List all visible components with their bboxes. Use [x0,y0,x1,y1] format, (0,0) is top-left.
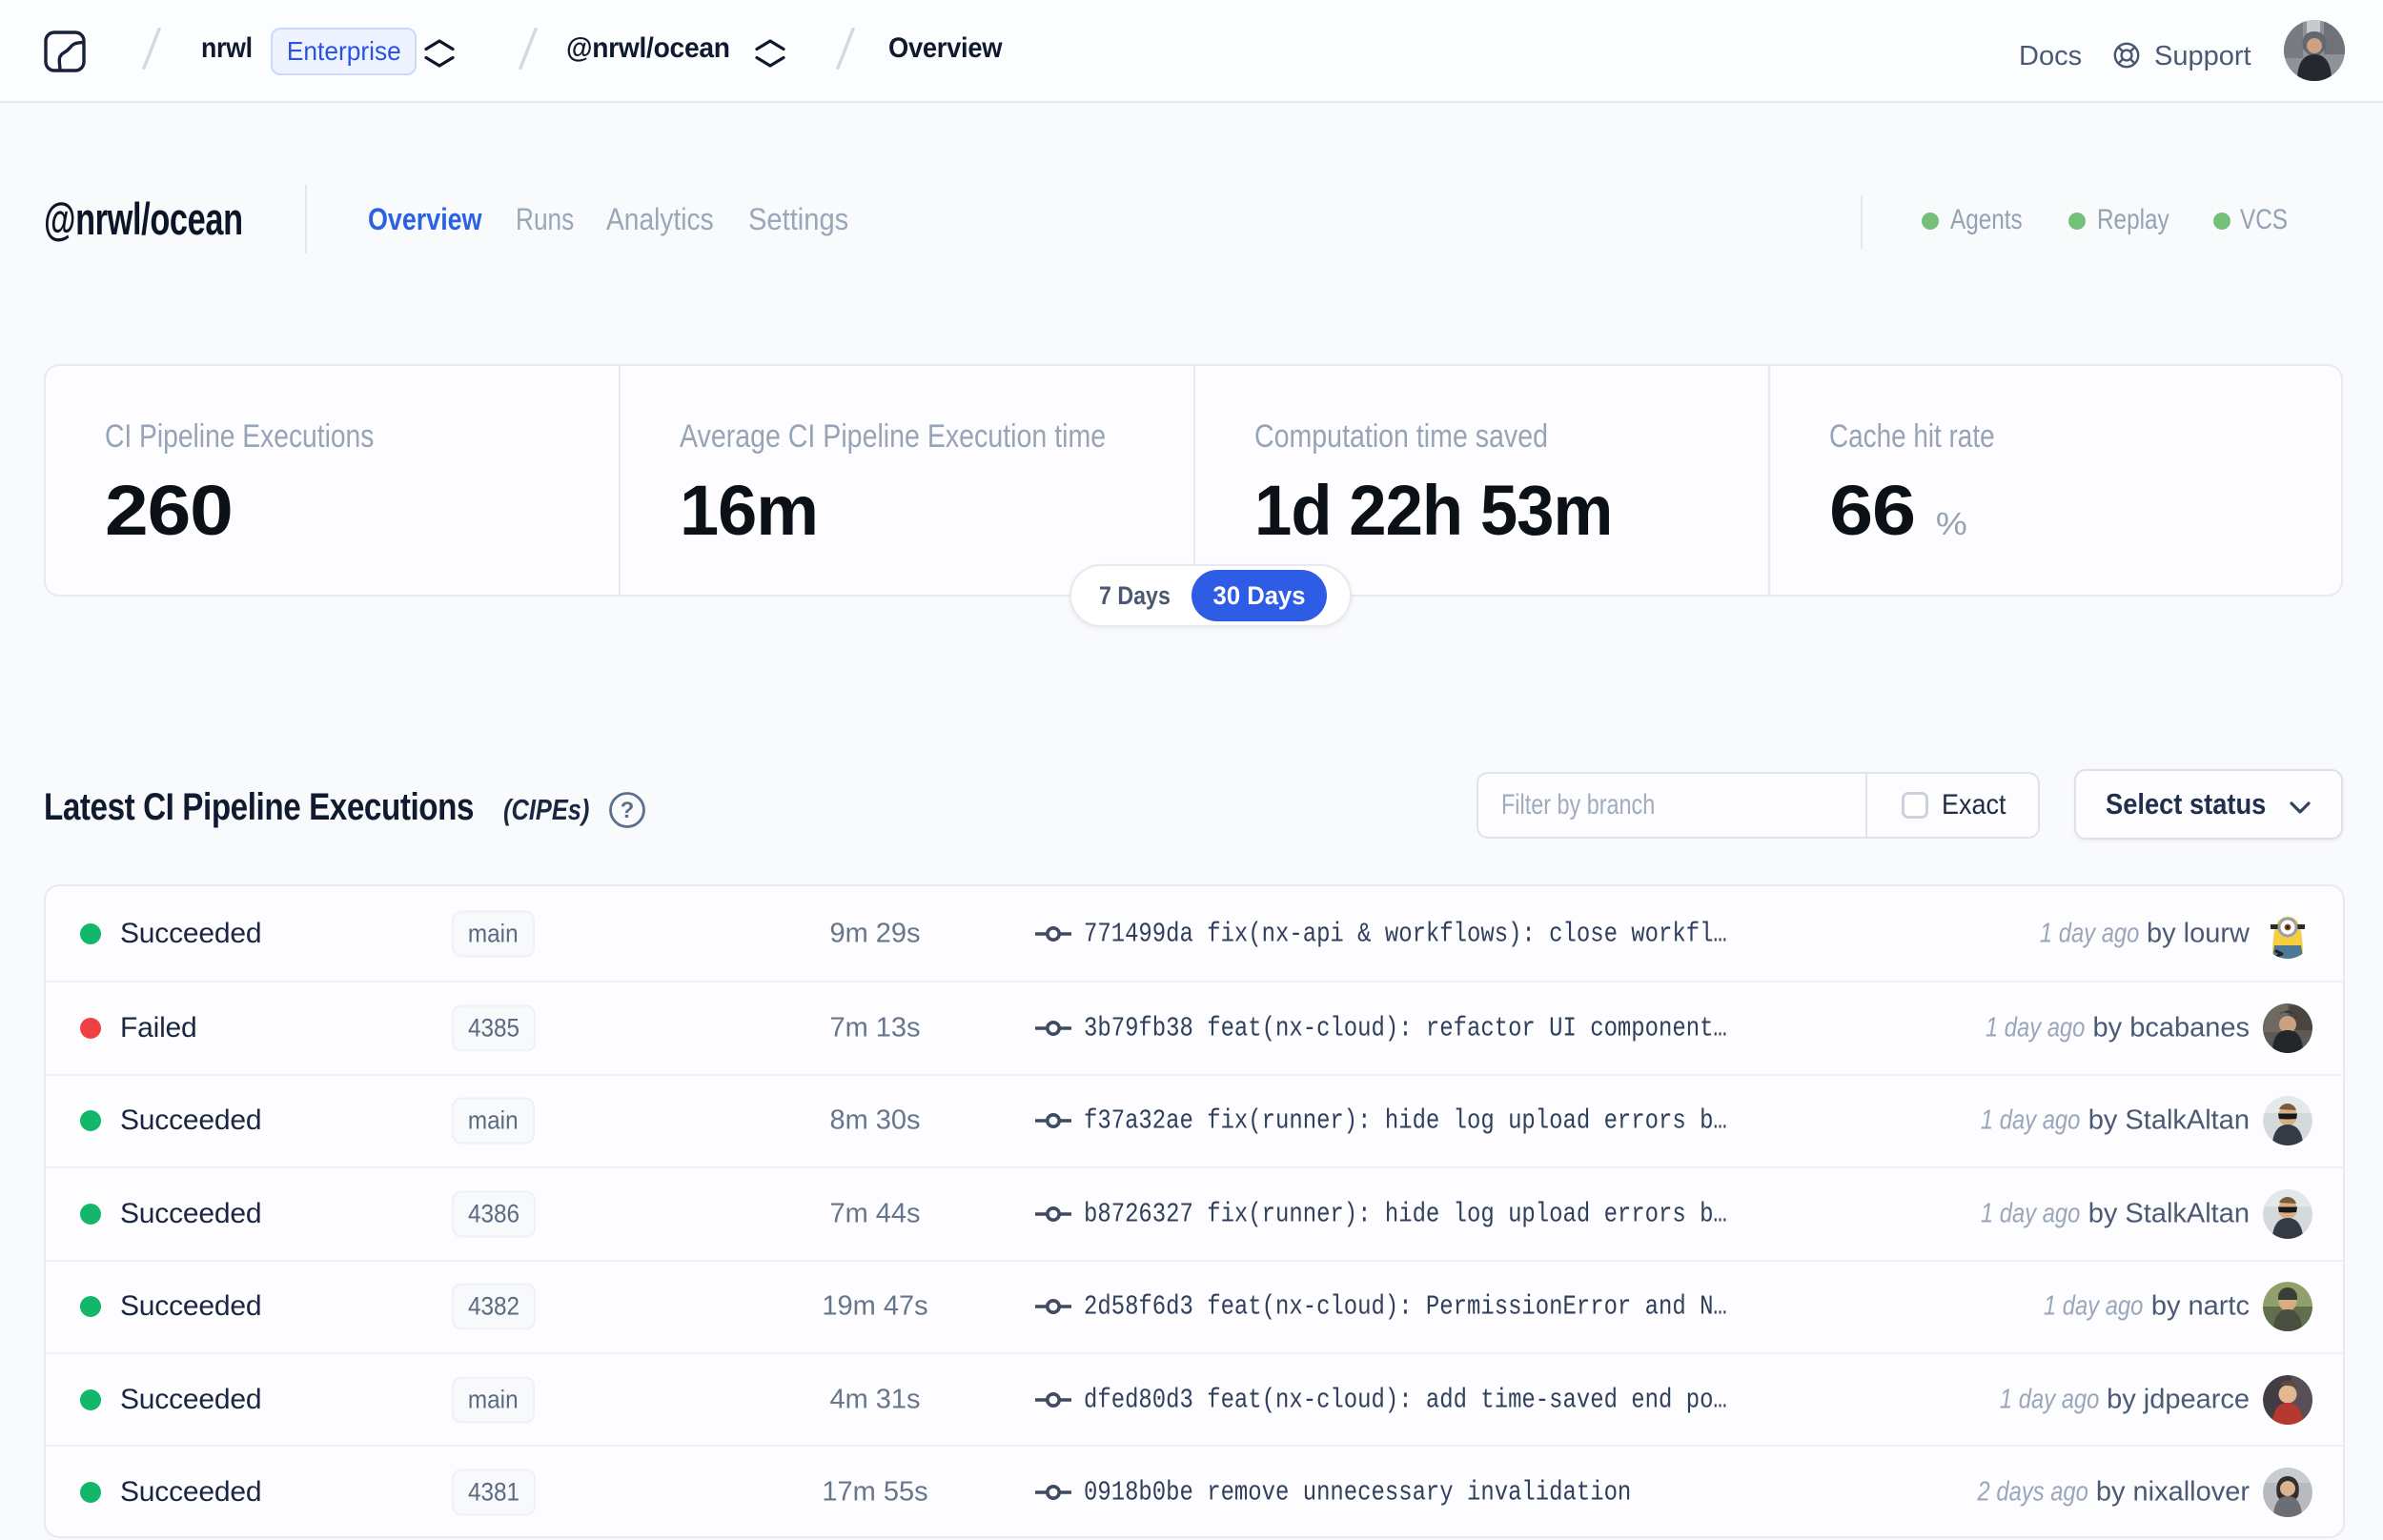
svg-text:?: ? [621,798,635,823]
